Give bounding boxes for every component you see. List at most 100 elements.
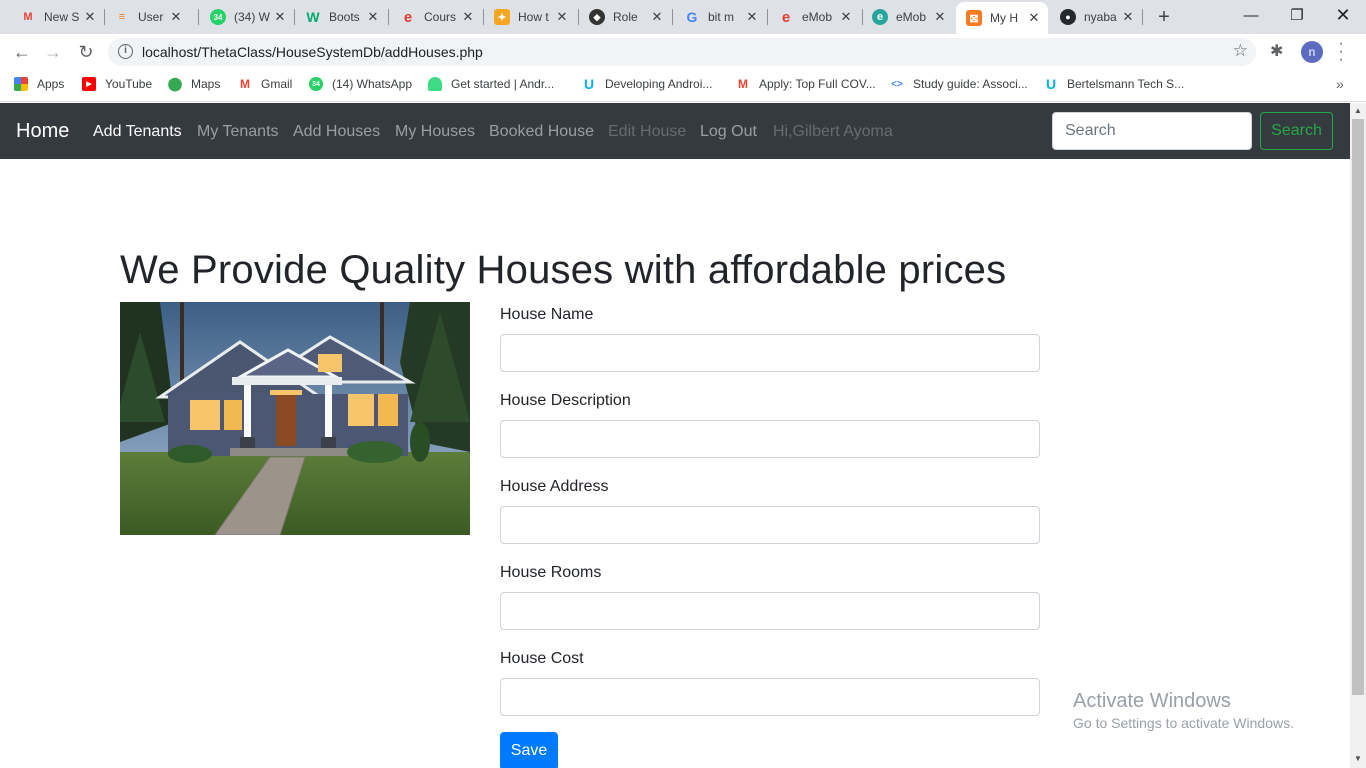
window-close-icon[interactable]: ✕	[1320, 0, 1366, 30]
bookmark-label: Gmail	[261, 77, 293, 91]
house-cost-label: House Cost	[500, 650, 584, 667]
close-icon[interactable]: ✕	[168, 9, 184, 25]
browser-tab[interactable]: W Boots ✕	[305, 4, 381, 30]
bookmark-item[interactable]: Apps	[14, 77, 64, 91]
house-name-input[interactable]	[500, 334, 1040, 372]
scrollbar-thumb[interactable]	[1352, 119, 1364, 695]
new-tab-icon[interactable]: +	[1154, 7, 1174, 27]
browser-tab[interactable]: ≡ User ✕	[114, 4, 184, 30]
close-icon[interactable]: ✕	[554, 9, 570, 25]
bookmark-item[interactable]: ⬤ Maps	[168, 76, 221, 91]
bookmark-label: Maps	[191, 77, 221, 91]
bookmark-item[interactable]: U Bertelsmann Tech S...	[1044, 76, 1184, 92]
close-icon[interactable]: ✕	[744, 9, 760, 25]
navbar-brand[interactable]: Home	[16, 120, 69, 143]
bookmark-item[interactable]: Get started | Andr...	[428, 77, 554, 91]
user-greeting: Hi,Gilbert Ayoma	[773, 123, 893, 140]
restore-icon[interactable]: ❐	[1274, 0, 1320, 30]
bookmark-item[interactable]: M Apply: Top Full COV...	[736, 77, 876, 91]
code-icon: <>	[891, 78, 903, 90]
search-button[interactable]: Search	[1260, 112, 1333, 150]
back-arrow-icon[interactable]: ←	[11, 41, 33, 63]
browser-tab[interactable]: e eMob ✕	[872, 4, 948, 30]
bookmark-label: (14) WhatsApp	[332, 77, 413, 91]
save-button[interactable]: Save	[500, 732, 558, 768]
browser-tab[interactable]: e eMob ✕	[778, 4, 854, 30]
emobilis-icon: e	[781, 8, 791, 26]
nav-link-add-tenants[interactable]: Add Tenants	[93, 123, 182, 141]
scroll-up-icon[interactable]: ▲	[1354, 106, 1362, 115]
page-scrollbar[interactable]: ▲ ▼	[1350, 103, 1366, 768]
browser-tab[interactable]: 34 (34) W ✕	[210, 4, 288, 30]
kebab-menu-icon[interactable]: · · ·	[1336, 36, 1346, 68]
house-photo	[120, 302, 470, 535]
house-cost-input[interactable]	[500, 678, 1040, 716]
house-description-label: House Description	[500, 392, 631, 409]
close-icon[interactable]: ✕	[460, 9, 476, 25]
close-icon[interactable]: ✕	[649, 9, 665, 25]
bookmark-label: YouTube	[105, 77, 153, 91]
emobilis-globe-icon: e	[872, 9, 888, 25]
nav-link-booked-house[interactable]: Booked House	[489, 123, 594, 141]
close-icon[interactable]: ✕	[272, 9, 288, 25]
avatar[interactable]: n	[1301, 41, 1323, 63]
browser-tab-active[interactable]: ⊠ My H ✕	[956, 2, 1048, 34]
nav-link-my-houses[interactable]: My Houses	[395, 123, 475, 141]
house-address-input[interactable]	[500, 506, 1040, 544]
info-icon[interactable]: i	[118, 44, 133, 59]
tab-title: How t	[518, 10, 549, 24]
scroll-down-icon[interactable]: ▼	[1354, 754, 1362, 763]
tab-title: nyaba	[1084, 10, 1117, 24]
house-rooms-input[interactable]	[500, 592, 1040, 630]
browser-toolbar: ← → ↻ i localhost/ThetaClass/HouseSystem…	[0, 34, 1366, 70]
udacity-icon: U	[1045, 76, 1057, 92]
bookmark-star-icon[interactable]: ☆	[1233, 41, 1248, 61]
url-text[interactable]: localhost/ThetaClass/HouseSystemDb/addHo…	[142, 44, 483, 60]
browser-tab[interactable]: ✦ How t ✕	[494, 4, 570, 30]
browser-tab[interactable]: M New S ✕	[20, 4, 98, 30]
nav-link-log-out[interactable]: Log Out	[700, 123, 757, 141]
w3schools-icon: W	[306, 9, 320, 25]
emobilis-icon: e	[403, 8, 413, 26]
close-icon[interactable]: ✕	[82, 9, 98, 25]
bookmark-item[interactable]: U Developing Androi...	[582, 76, 712, 92]
bookmark-item[interactable]: 34 (14) WhatsApp	[309, 77, 412, 91]
address-bar[interactable]: i localhost/ThetaClass/HouseSystemDb/add…	[108, 38, 1256, 66]
nav-link-edit-house: Edit House	[608, 123, 687, 140]
watermark-subtitle: Go to Settings to activate Windows.	[1073, 715, 1294, 731]
tab-title: (34) W	[234, 10, 270, 24]
bookmark-label: Apply: Top Full COV...	[759, 77, 876, 91]
search-input[interactable]	[1052, 112, 1252, 150]
tab-title: My H	[990, 11, 1018, 25]
minimize-icon[interactable]: —	[1228, 0, 1274, 30]
tab-title: eMob	[896, 10, 927, 24]
close-icon[interactable]: ✕	[1026, 10, 1042, 26]
bookmark-item[interactable]: <> Study guide: Associ...	[890, 77, 1028, 91]
browser-tab[interactable]: ● nyaba ✕	[1060, 4, 1136, 30]
house-address-label: House Address	[500, 478, 609, 495]
apps-grid-icon	[14, 77, 28, 91]
browser-tab[interactable]: G bit m ✕	[684, 4, 760, 30]
bookmark-item[interactable]: ▶ YouTube	[82, 77, 152, 91]
forward-arrow-icon[interactable]: →	[42, 41, 64, 63]
nav-link-my-tenants[interactable]: My Tenants	[197, 123, 279, 141]
chevron-double-right-icon[interactable]: »	[1336, 76, 1344, 92]
reload-icon[interactable]: ↻	[75, 41, 97, 63]
google-icon: G	[686, 9, 698, 25]
house-description-input[interactable]	[500, 420, 1040, 458]
tab-title: User	[138, 10, 164, 24]
tab-title: bit m	[708, 10, 735, 24]
nav-link-add-houses[interactable]: Add Houses	[293, 123, 380, 141]
extensions-puzzle-icon[interactable]: ✱	[1270, 41, 1283, 61]
github-icon: ●	[1060, 9, 1076, 25]
bookmark-label: Apps	[37, 77, 65, 91]
bookmark-label: Study guide: Associ...	[913, 77, 1028, 91]
tab-title: Cours	[424, 10, 457, 24]
close-icon[interactable]: ✕	[365, 9, 381, 25]
browser-tab[interactable]: e Cours ✕	[400, 4, 476, 30]
bookmark-item[interactable]: M Gmail	[238, 77, 292, 91]
close-icon[interactable]: ✕	[1120, 9, 1136, 25]
browser-tab[interactable]: ◆ Role ✕	[589, 4, 665, 30]
close-icon[interactable]: ✕	[932, 9, 948, 25]
close-icon[interactable]: ✕	[838, 9, 854, 25]
